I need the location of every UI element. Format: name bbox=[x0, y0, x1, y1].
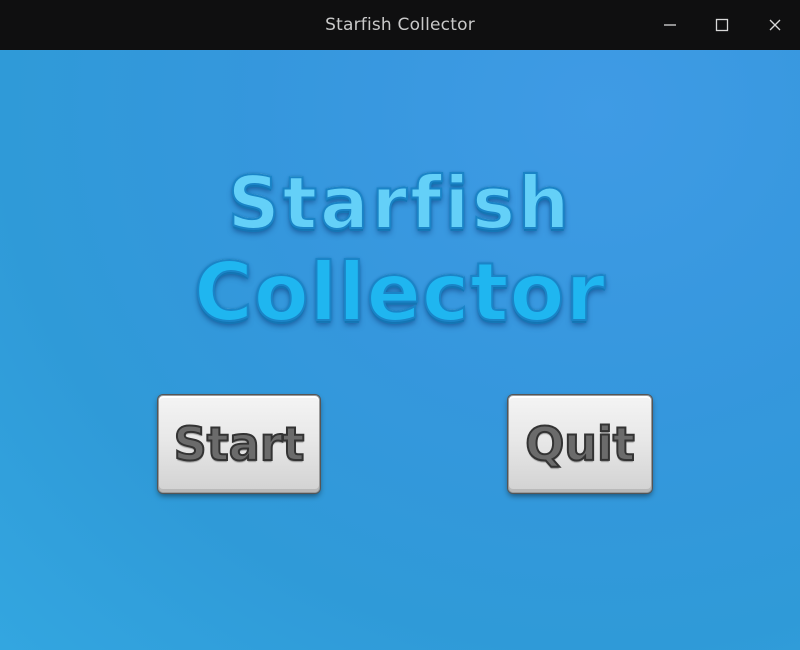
minimize-button[interactable] bbox=[657, 12, 683, 38]
quit-button[interactable]: Quit bbox=[508, 395, 652, 493]
maximize-icon bbox=[715, 18, 729, 32]
game-title-logo: Starfish Collector bbox=[150, 165, 650, 340]
maximize-button[interactable] bbox=[709, 12, 735, 38]
game-canvas[interactable]: Starfish Collector Start Quit bbox=[0, 50, 800, 650]
close-icon bbox=[769, 19, 781, 31]
start-button-label: Start bbox=[173, 416, 306, 472]
logo-line-starfish: Starfish bbox=[227, 161, 573, 245]
start-button[interactable]: Start bbox=[158, 395, 320, 493]
title-bar[interactable]: Starfish Collector bbox=[0, 0, 800, 50]
quit-button-label: Quit bbox=[524, 416, 636, 472]
minimize-icon bbox=[664, 24, 676, 26]
logo-line-collector: Collector bbox=[193, 246, 606, 339]
app-window: Starfish Collector Starfish Collector St… bbox=[0, 0, 800, 650]
close-button[interactable] bbox=[762, 12, 788, 38]
